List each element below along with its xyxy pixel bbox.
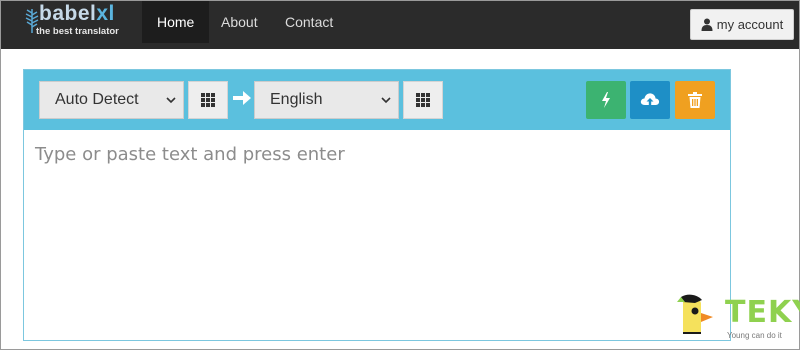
chevron-down-icon [381,97,391,104]
duck-mascot-icon [677,294,713,334]
grid-icon [201,93,215,107]
translator-panel: Auto Detect English [23,69,731,341]
brand-name: babelxl [39,2,115,25]
brand-tagline: the best translator [36,26,119,37]
clear-button[interactable] [675,81,715,119]
source-language-select[interactable]: Auto Detect [39,81,184,119]
target-language-select[interactable]: English [254,81,399,119]
cloud-upload-icon [640,93,660,107]
nav-contact[interactable]: Contact [270,1,348,43]
arrow-right-icon [233,91,251,105]
user-icon [701,18,713,31]
source-language-value: Auto Detect [55,91,139,108]
nav-about[interactable]: About [206,1,273,43]
top-navbar: babelxl the best translator Home About C… [1,1,799,49]
my-account-button[interactable]: my account [690,9,794,40]
translator-toolbar: Auto Detect English [24,70,730,130]
trash-icon [688,92,702,108]
chevron-down-icon [166,97,176,104]
source-text-input[interactable] [24,130,730,340]
brand-logo[interactable]: babelxl the best translator [25,2,135,43]
source-language-grid-button[interactable] [188,81,228,119]
upload-button[interactable] [630,81,670,119]
watermark-text: TEKY [725,295,800,330]
translate-button[interactable] [586,81,626,119]
target-language-grid-button[interactable] [403,81,443,119]
watermark-subtext: Young can do it [727,331,782,340]
my-account-label: my account [716,17,784,32]
lightning-icon [602,92,610,108]
target-language-value: English [270,91,323,108]
grid-icon [416,93,430,107]
teky-watermark: TEKY Young can do it [669,291,800,347]
nav-home[interactable]: Home [142,1,210,43]
